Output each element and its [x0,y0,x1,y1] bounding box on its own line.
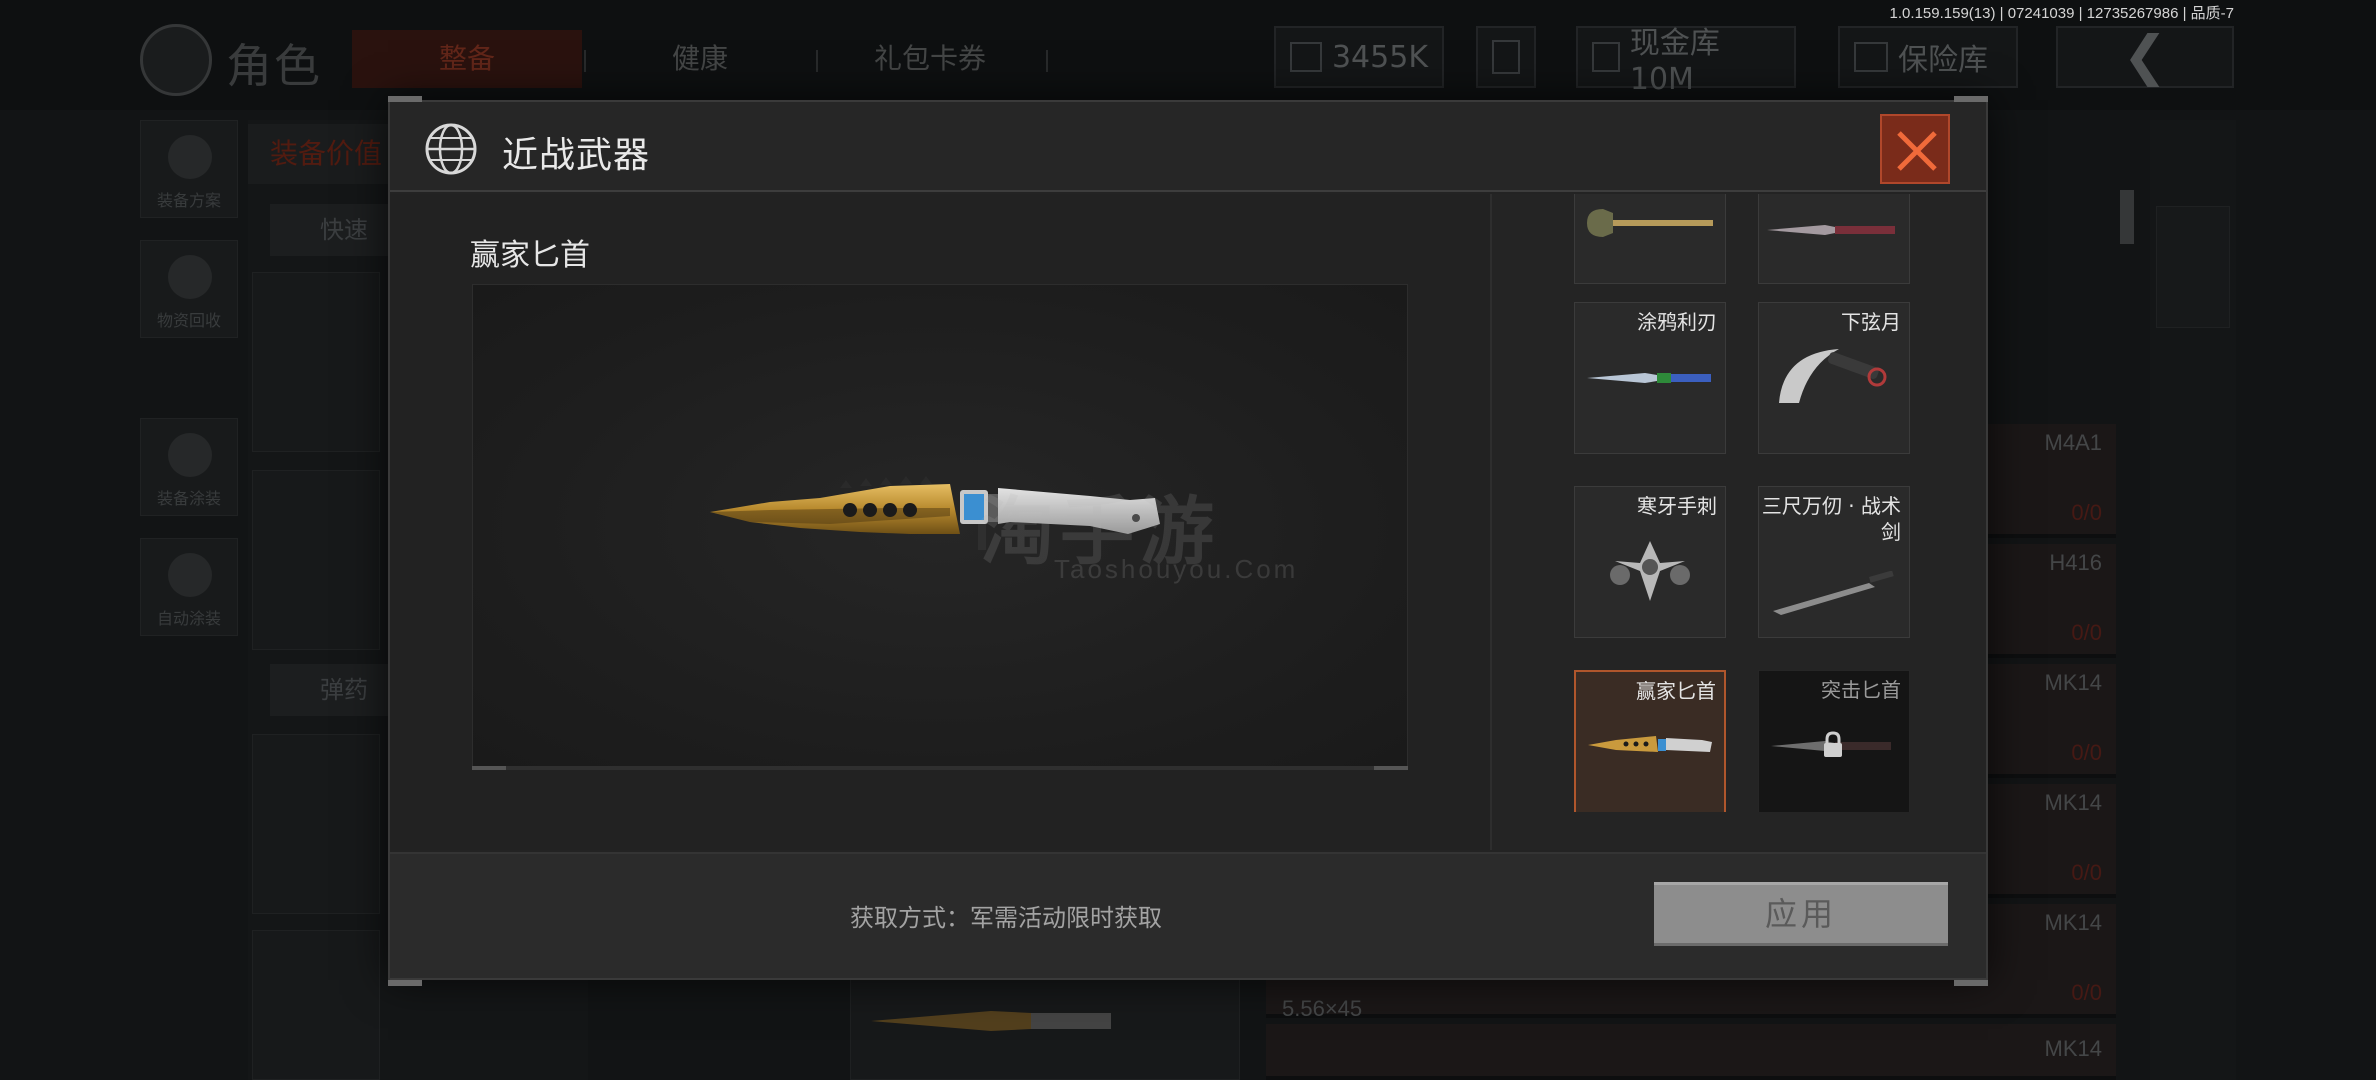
knife-icon [1587,373,1711,383]
item-card-tactical-sword[interactable]: 三尺万仞 · 战术剑 [1758,486,1910,638]
item-card-shovel[interactable] [1574,194,1726,284]
dialog-header: 近战武器 [390,102,1986,192]
preview-baseline [472,766,1408,770]
selected-item-name: 赢家匕首 [470,238,590,273]
sword-icon [1773,571,1894,615]
item-card-crescent-moon[interactable]: 下弦月 [1758,302,1910,454]
claw-icon [1610,541,1690,601]
close-icon [1897,131,1937,171]
shovel-icon [1587,209,1713,237]
globe-icon [425,123,477,175]
item-card-graffiti-blade[interactable]: 涂鸦利刃 [1574,302,1726,454]
dialog-title: 近战武器 [502,135,651,176]
acquire-method: 获取方式：军需活动限时获取 [850,904,1162,932]
close-button[interactable] [1880,114,1950,184]
item-card-frost-fang[interactable]: 寒牙手刺 [1574,486,1726,638]
watermark: 淘手游 Taoshouyou.Com [980,472,1295,584]
item-card-assault-dagger[interactable]: 突击匕首 [1758,670,1910,812]
corner-decoration [388,980,422,986]
item-card-winner-dagger[interactable]: 赢家匕首 [1574,670,1726,812]
corner-decoration [1954,980,1988,986]
lock-icon [1824,731,1842,757]
dialog-footer: 获取方式：军需活动限时获取 应用 [390,852,1986,978]
apply-button[interactable]: 应用 [1654,882,1948,946]
game-screen: 1.0.159.159(13) | 07241039 | 12735267986… [0,0,2376,1080]
knife-icon [1767,225,1895,235]
item-card-knife[interactable] [1758,194,1910,284]
melee-weapon-dialog: 近战武器 赢家匕首 淘手游 Taoshouyou.Com 涂鸦利刃 下弦月 寒牙… [388,96,1988,986]
item-grid-viewport: 涂鸦利刃 下弦月 寒牙手刺 三尺万仞 · 战术剑 赢家匕首 突击匕首 [1492,194,1986,812]
watermark-sub: Taoshouyou.Com [1054,554,1299,584]
karambit-icon [1779,349,1887,403]
item-grid: 涂鸦利刃 下弦月 寒牙手刺 三尺万仞 · 战术剑 赢家匕首 突击匕首 [1492,194,1986,850]
dagger-icon [1588,736,1712,752]
